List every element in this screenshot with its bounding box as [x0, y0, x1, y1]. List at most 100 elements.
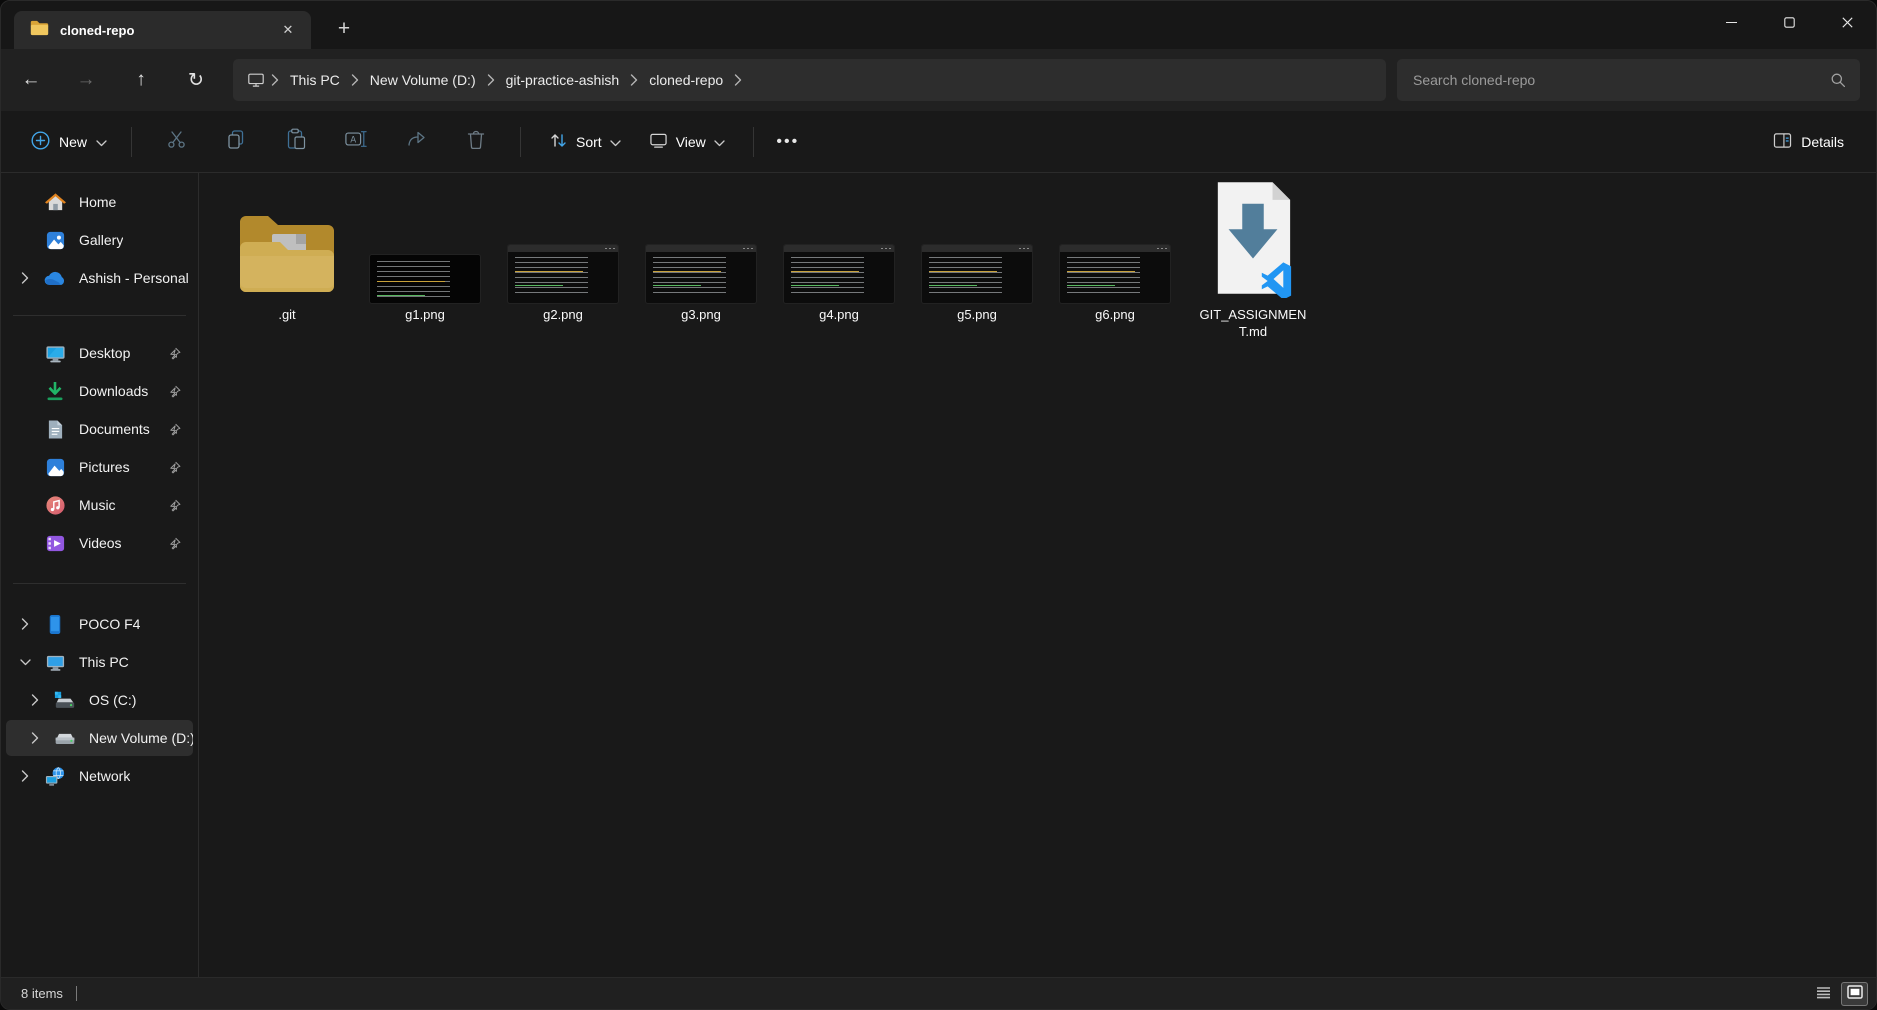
refresh-button[interactable]: ↻ — [174, 60, 218, 100]
sidebar-item-gallery[interactable]: Gallery — [6, 222, 193, 258]
sidebar-item-music[interactable]: Music — [6, 487, 193, 523]
breadcrumb-item-git-practice-ashish[interactable]: git-practice-ashish — [499, 67, 627, 93]
maximize-icon — [1784, 17, 1795, 28]
sidebar-item-label: Gallery — [79, 232, 123, 248]
nav-buttons: ← → ↑ ↻ — [9, 60, 218, 100]
breadcrumb-item-new-volume-d-[interactable]: New Volume (D:) — [363, 67, 483, 93]
sidebar-item-ashish-personal[interactable]: Ashish - Personal — [6, 260, 193, 296]
chevron-down-icon[interactable] — [6, 659, 44, 666]
toolbar-divider — [131, 127, 132, 157]
share-button[interactable] — [394, 122, 438, 162]
sidebar-item-documents[interactable]: Documents — [6, 411, 193, 447]
onedrive-icon — [44, 267, 66, 289]
folder-icon — [30, 20, 49, 41]
view-monitor-icon — [649, 132, 668, 152]
file-item-g6-png[interactable]: g6.png — [1053, 181, 1177, 323]
copy-icon — [226, 129, 246, 155]
search-input[interactable]: Search cloned-repo — [1397, 59, 1860, 101]
home-icon — [44, 191, 66, 213]
chevron-right-icon — [487, 74, 495, 86]
breadcrumb-item-cloned-repo[interactable]: cloned-repo — [642, 67, 730, 93]
paste-icon — [287, 128, 306, 155]
desktop-icon — [44, 342, 66, 364]
music-icon — [44, 494, 66, 516]
close-icon — [1842, 17, 1853, 28]
chevron-right-icon[interactable] — [734, 74, 742, 86]
sidebar-item-new-volume-d-[interactable]: New Volume (D:) — [6, 720, 193, 756]
maximize-button[interactable] — [1760, 1, 1818, 43]
chevron-right-icon[interactable] — [16, 694, 54, 706]
sidebar-item-poco-f4[interactable]: POCO F4 — [6, 606, 193, 642]
sort-button-label: Sort — [576, 134, 602, 150]
network-icon — [44, 765, 66, 787]
back-button[interactable]: ← — [9, 60, 53, 100]
file-item--git[interactable]: .git — [225, 181, 349, 323]
file-item-g2-png[interactable]: g2.png — [501, 181, 625, 323]
folder-icon — [234, 212, 340, 303]
pin-icon — [168, 461, 181, 474]
new-button[interactable]: New — [21, 124, 117, 160]
sidebar-item-home[interactable]: Home — [6, 184, 193, 220]
sidebar-item-desktop[interactable]: Desktop — [6, 335, 193, 371]
address-bar[interactable]: This PC New Volume (D:) git-practice-ashis… — [233, 59, 1386, 101]
view-button-label: View — [676, 134, 706, 150]
chevron-right-icon[interactable] — [6, 618, 44, 630]
trash-icon — [467, 129, 485, 154]
delete-button[interactable] — [454, 122, 498, 162]
thumbnail-view-toggle[interactable] — [1841, 982, 1868, 1006]
cut-button[interactable] — [154, 122, 198, 162]
item-count: 8 items — [21, 986, 63, 1001]
sidebar-item-label: Desktop — [79, 345, 130, 361]
file-name-label: g4.png — [819, 306, 859, 323]
file-name-label: g5.png — [957, 306, 997, 323]
file-item-g1-png[interactable]: g1.png — [363, 181, 487, 323]
paste-button[interactable] — [274, 122, 318, 162]
forward-button[interactable]: → — [64, 60, 108, 100]
sidebar-item-pictures[interactable]: Pictures — [6, 449, 193, 485]
chevron-down-icon — [96, 134, 107, 150]
window-body: Home Gallery Ashish - Personal Desktop Downl… — [1, 173, 1876, 977]
status-divider — [76, 986, 77, 1001]
list-view-icon — [1816, 986, 1831, 1002]
sidebar-item-this-pc[interactable]: This PC — [6, 644, 193, 680]
new-tab-button[interactable]: + — [327, 12, 361, 46]
details-view-toggle[interactable] — [1810, 982, 1837, 1006]
breadcrumb: This PC New Volume (D:) git-practice-ashis… — [267, 67, 746, 93]
breadcrumb-item-this-pc[interactable]: This PC — [283, 67, 347, 93]
chevron-right-icon[interactable] — [6, 770, 44, 782]
file-item-g4-png[interactable]: g4.png — [777, 181, 901, 323]
more-options-button[interactable]: ••• — [768, 122, 808, 162]
image-thumbnail — [784, 245, 894, 303]
details-pane-button[interactable]: Details — [1763, 125, 1854, 159]
tab-cloned-repo[interactable]: cloned-repo ✕ — [14, 11, 311, 49]
up-button[interactable]: ↑ — [119, 60, 163, 100]
minimize-button[interactable] — [1702, 1, 1760, 43]
sidebar-item-label: POCO F4 — [79, 616, 140, 632]
file-name-label: g6.png — [1095, 306, 1135, 323]
sidebar-item-label: Home — [79, 194, 116, 210]
sidebar-item-label: Network — [79, 768, 130, 784]
sidebar-item-os-c-[interactable]: OS (C:) — [6, 682, 193, 718]
view-button[interactable]: View — [639, 125, 735, 159]
chevron-right-icon — [351, 74, 359, 86]
close-button[interactable] — [1818, 1, 1876, 43]
sort-button[interactable]: Sort — [539, 124, 631, 160]
tab-close-icon[interactable]: ✕ — [275, 17, 301, 43]
chevron-right-icon[interactable] — [16, 732, 54, 744]
sidebar-item-network[interactable]: Network — [6, 758, 193, 794]
chevron-right-icon[interactable] — [6, 272, 44, 284]
search-icon — [1830, 72, 1846, 88]
pictures-icon — [44, 456, 66, 478]
monitor-icon — [44, 651, 66, 673]
gallery-icon — [44, 229, 66, 251]
file-item-git-assignment-md[interactable]: GIT_ASSIGNMENT.md — [1191, 181, 1315, 340]
search-placeholder: Search cloned-repo — [1413, 72, 1830, 88]
file-item-g3-png[interactable]: g3.png — [639, 181, 763, 323]
sidebar-item-downloads[interactable]: Downloads — [6, 373, 193, 409]
sidebar-item-videos[interactable]: Videos — [6, 525, 193, 561]
file-item-g5-png[interactable]: g5.png — [915, 181, 1039, 323]
rename-button[interactable]: A — [334, 122, 378, 162]
copy-button[interactable] — [214, 122, 258, 162]
minimize-icon — [1726, 17, 1737, 28]
pin-icon — [168, 499, 181, 512]
